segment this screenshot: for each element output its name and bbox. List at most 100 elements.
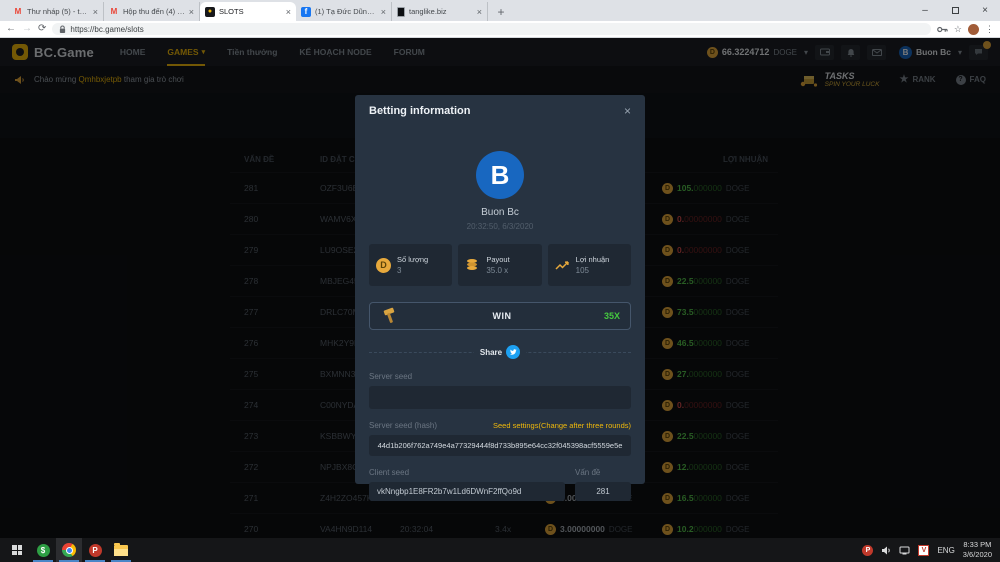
stat-text: Lợi nhuận 105 [576,255,610,275]
browser-toolbar: ← → ⟳ https://bc.game/slots ☆ ⋮ [0,21,1000,38]
server-seed-label: Server seed [369,372,631,381]
browser-menu-icon[interactable]: ⋮ [985,24,994,35]
reload-button[interactable]: ⟳ [38,24,46,34]
close-window-button[interactable]: × [970,0,1000,21]
issue-block: Vấn đề 281 [575,468,631,501]
betting-information-modal: Betting information × B Buon Bc 20:32:50… [355,95,645,484]
tab-close-icon[interactable]: × [381,7,386,17]
bc-game-favicon: ● [205,7,215,17]
key-icon[interactable] [937,25,948,34]
stat-value: 105 [576,266,610,275]
windows-taskbar: $ P P V ENG 8:33 PM 3/6/2020 [0,538,1000,562]
taskbar-app-p[interactable]: P [82,538,108,562]
stat-value: 3 [397,266,428,275]
twitter-share-button[interactable] [506,345,520,359]
page-icon [397,7,405,17]
player-avatar: B [476,151,524,199]
v-tray-icon[interactable]: V [918,545,929,556]
window-controls: – × [910,0,1000,21]
client-seed-block: Client seed vkNngbp1E8FR2b7w1Ld6DWnF2ffQ… [369,468,565,501]
new-tab-button[interactable]: + [492,3,510,21]
stat-label: Lợi nhuận [576,255,610,264]
bookmark-star-icon[interactable]: ☆ [954,24,962,35]
idm-icon: $ [37,544,50,557]
maximize-button[interactable] [940,0,970,21]
share-label: Share [480,348,502,357]
tab-facebook[interactable]: f (1) Tạ Đức Dũng - Bóng Thanh N × [296,2,392,21]
gmail-icon: M [13,7,23,17]
bet-timestamp: 20:32:50, 6/3/2020 [369,222,631,231]
hammer-icon [380,307,400,325]
client-seed-row: Client seed vkNngbp1E8FR2b7w1Ld6DWnF2ffQ… [369,468,631,501]
close-icon[interactable]: × [624,104,631,118]
stat-label: Số lượng [397,255,428,264]
tab-close-icon[interactable]: × [286,7,291,17]
bc-game-page: BC.Game HOME GAMES ▾ Tiền thưởng KẾ HOẠC… [0,38,1000,538]
server-seed-hash-row: Server seed (hash) Seed settings(Change … [369,421,631,430]
address-bar[interactable]: https://bc.game/slots [52,23,931,35]
bet-stats: D Số lượng 3 Payout 35.0 x [369,244,631,286]
lock-icon [59,25,66,34]
tab-title: Hộp thu đến (4) - bcgamebound [123,7,185,16]
windows-logo-icon [12,545,22,555]
taskbar-chrome[interactable] [56,538,82,562]
stat-text: Payout 35.0 x [486,255,509,275]
tray-p-icon[interactable]: P [862,545,873,556]
modal-title: Betting information [369,105,470,117]
folder-icon [114,545,128,556]
speaker-icon[interactable] [881,546,891,555]
p-app-icon: P [89,544,102,557]
language-indicator[interactable]: ENG [937,546,954,555]
tab-close-icon[interactable]: × [93,7,98,17]
chrome-icon [62,543,76,557]
minimize-button[interactable]: – [910,0,940,21]
stat-value: 35.0 x [486,266,509,275]
facebook-icon: f [301,7,311,17]
tab-tanglike[interactable]: tanglike.biz × [392,2,488,21]
tab-gmail-inbox[interactable]: M Hộp thu đến (4) - bcgamebound × [104,2,200,21]
clock-date: 3/6/2020 [963,550,992,560]
tab-title: tanglike.biz [409,7,473,16]
maximize-icon [952,7,959,14]
result-label: WIN [400,311,604,321]
gmail-icon: M [109,7,119,17]
taskbar-explorer[interactable] [108,538,134,562]
server-seed-field[interactable] [369,386,631,409]
stat-label: Payout [486,255,509,264]
coin-icon: D [376,258,391,273]
server-seed-hash-field[interactable]: 44d1b206f762a749e4a77329444f8d733b895e64… [369,435,631,456]
tab-close-icon[interactable]: × [477,7,482,17]
clock[interactable]: 8:33 PM 3/6/2020 [963,540,992,560]
stat-amount: D Số lượng 3 [369,244,452,286]
modal-header: Betting information × [369,95,631,118]
trend-up-icon [555,259,570,271]
server-seed-hash-label: Server seed (hash) [369,421,437,430]
issue-field[interactable]: 281 [575,482,631,501]
client-seed-field[interactable]: vkNngbp1E8FR2b7w1Ld6DWnF2ffQo9d [369,482,565,501]
clock-time: 8:33 PM [963,540,992,550]
tab-close-icon[interactable]: × [189,7,194,17]
stat-text: Số lượng 3 [397,255,428,275]
player-name: Buon Bc [369,207,631,218]
forward-button[interactable]: → [22,24,32,34]
result-banner: WIN 35X [369,302,631,330]
stat-profit: Lợi nhuận 105 [548,244,631,286]
tab-title: SLOTS [219,7,282,16]
taskbar-idm[interactable]: $ [30,538,56,562]
tab-slots-active[interactable]: ● SLOTS × [200,2,296,21]
tab-gmail-drafts[interactable]: M Thư nháp (5) - thoai14071997@ × [8,2,104,21]
coins-stack-icon [465,258,480,272]
screen: M Thư nháp (5) - thoai14071997@ × M Hộp … [0,0,1000,562]
url-text: https://bc.game/slots [70,25,143,34]
twitter-icon [509,349,517,356]
network-icon[interactable] [899,546,910,555]
stat-payout: Payout 35.0 x [458,244,541,286]
client-seed-label: Client seed [369,468,565,477]
seed-settings-link[interactable]: Seed settings(Change after three rounds) [493,421,631,430]
share-chip: Share [474,345,526,359]
browser-profile-avatar[interactable] [968,24,979,35]
tab-title: Thư nháp (5) - thoai14071997@ [27,7,89,16]
back-button[interactable]: ← [6,24,16,34]
browser-tabstrip: M Thư nháp (5) - thoai14071997@ × M Hộp … [0,0,1000,21]
start-button[interactable] [4,538,30,562]
